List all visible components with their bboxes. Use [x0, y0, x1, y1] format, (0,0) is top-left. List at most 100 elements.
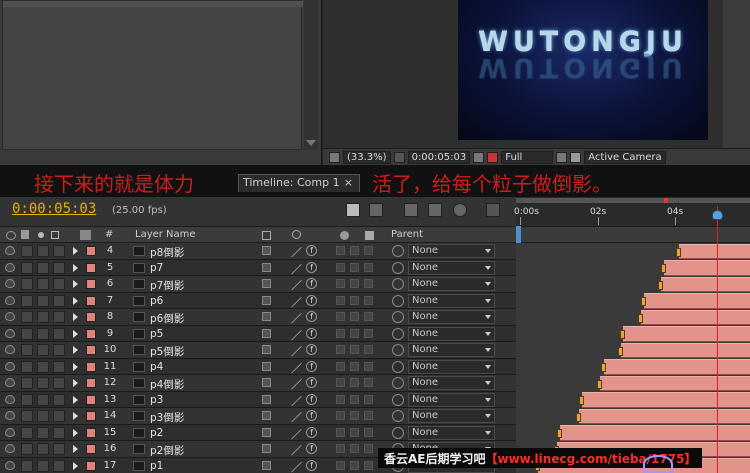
- label-color-swatch[interactable]: [86, 246, 96, 256]
- lock-switch[interactable]: [53, 278, 65, 290]
- layer-in-point-handle[interactable]: [576, 412, 581, 422]
- visibility-eye-icon[interactable]: [5, 312, 15, 321]
- lock-switch[interactable]: [53, 327, 65, 340]
- layer-row[interactable]: 14 p3倒影 ／ f None: [0, 408, 516, 425]
- parent-dropdown[interactable]: None: [408, 376, 495, 390]
- visibility-eye-icon[interactable]: [5, 411, 15, 420]
- shy-switch[interactable]: [262, 444, 271, 453]
- solo-switch[interactable]: [37, 294, 49, 307]
- layer-name[interactable]: p3: [150, 394, 163, 406]
- pick-whip-icon[interactable]: [392, 377, 404, 389]
- close-icon[interactable]: ×: [344, 175, 353, 191]
- label-color-swatch[interactable]: [86, 427, 96, 438]
- visibility-eye-icon[interactable]: [5, 262, 15, 272]
- quality-switch-icon[interactable]: ／: [291, 393, 302, 409]
- layer-duration-bar[interactable]: [641, 293, 750, 309]
- lock-switch[interactable]: [53, 443, 65, 455]
- expand-twirl-icon[interactable]: [73, 296, 78, 305]
- pick-whip-icon[interactable]: [392, 410, 404, 422]
- 3d-layer-switch[interactable]: [364, 262, 373, 272]
- fast-previews-icon[interactable]: [556, 151, 568, 163]
- audio-switch[interactable]: [21, 294, 33, 307]
- motion-blur-switch[interactable]: [336, 295, 345, 305]
- layer-in-point-handle[interactable]: [658, 280, 663, 290]
- label-color-swatch[interactable]: [86, 411, 96, 421]
- audio-switch[interactable]: [21, 377, 33, 389]
- motion-blur-switch[interactable]: [336, 361, 345, 371]
- camera-snapshot-icon[interactable]: [473, 151, 485, 163]
- quality-switch-icon[interactable]: ／: [291, 294, 302, 310]
- composition-frame[interactable]: WUTONGJU WUTONGJU: [458, 0, 708, 140]
- shy-switch[interactable]: [262, 427, 271, 437]
- fx-switch-icon[interactable]: f: [306, 294, 317, 306]
- adjustment-switch[interactable]: [350, 328, 359, 338]
- adjustment-switch[interactable]: [350, 361, 359, 371]
- fx-switch-icon[interactable]: f: [306, 278, 317, 289]
- solo-switch-header-icon[interactable]: [38, 232, 44, 238]
- adjustment-switch[interactable]: [350, 378, 359, 387]
- motion-blur-switch[interactable]: [336, 394, 345, 404]
- expand-twirl-icon[interactable]: [73, 412, 78, 420]
- motion-blur-switch[interactable]: [336, 378, 345, 387]
- work-area-end-marker[interactable]: [664, 198, 668, 203]
- lock-switch[interactable]: [53, 294, 65, 307]
- fx-switch-icon[interactable]: f: [306, 360, 317, 372]
- resolution-dropdown[interactable]: Full: [501, 150, 554, 164]
- label-color-swatch[interactable]: [86, 295, 96, 306]
- parent-dropdown[interactable]: None: [408, 260, 495, 275]
- layer-duration-bar[interactable]: [638, 309, 750, 325]
- quality-switch-icon[interactable]: ／: [291, 426, 302, 442]
- pick-whip-icon[interactable]: [392, 393, 404, 406]
- fx-switch-icon[interactable]: f: [306, 327, 317, 339]
- expand-twirl-icon[interactable]: [73, 247, 78, 255]
- solo-switch[interactable]: [37, 443, 49, 455]
- visibility-eye-icon[interactable]: [5, 427, 15, 437]
- layer-name[interactable]: p2: [150, 427, 163, 439]
- fx-switch-icon[interactable]: f: [306, 311, 317, 322]
- layer-in-point-handle[interactable]: [579, 396, 584, 405]
- layer-in-point-handle[interactable]: [601, 363, 606, 372]
- adjustment-switch[interactable]: [350, 411, 359, 420]
- expand-twirl-icon[interactable]: [73, 263, 78, 272]
- adjustment-switch[interactable]: [350, 460, 359, 470]
- lock-switch[interactable]: [53, 393, 65, 406]
- pick-whip-icon[interactable]: [392, 344, 404, 356]
- project-list[interactable]: [2, 0, 303, 150]
- fx-switch-icon[interactable]: f: [306, 261, 317, 273]
- layer-name[interactable]: p1: [150, 460, 163, 472]
- lock-switch[interactable]: [53, 410, 65, 422]
- expand-twirl-icon[interactable]: [73, 395, 78, 404]
- fx-switch-icon[interactable]: f: [306, 426, 317, 438]
- safe-zones-icon[interactable]: [393, 151, 405, 163]
- audio-switch[interactable]: [21, 426, 33, 439]
- layer-duration-bar[interactable]: [661, 260, 750, 276]
- parent-dropdown[interactable]: None: [408, 392, 495, 407]
- quality-switch-icon[interactable]: ／: [291, 310, 302, 326]
- shy-switch[interactable]: [262, 345, 271, 354]
- work-area-bar[interactable]: [516, 198, 750, 203]
- layer-row[interactable]: 13 p3 ／ f None: [0, 391, 516, 409]
- shy-switch[interactable]: [262, 378, 271, 387]
- parent-dropdown[interactable]: None: [408, 425, 495, 440]
- solo-switch[interactable]: [37, 344, 49, 356]
- shy-switch[interactable]: [262, 262, 271, 272]
- layer-row[interactable]: 10 p5倒影 ／ f None: [0, 342, 516, 359]
- 3d-layer-switch[interactable]: [364, 295, 373, 305]
- layer-name[interactable]: p5: [150, 328, 163, 340]
- lock-switch[interactable]: [53, 344, 65, 356]
- visibility-eye-icon[interactable]: [5, 460, 15, 470]
- layer-name[interactable]: p3倒影: [150, 410, 184, 425]
- quality-switch-icon[interactable]: ／: [291, 442, 302, 458]
- 3d-layer-switch[interactable]: [364, 444, 373, 453]
- expand-twirl-icon[interactable]: [73, 428, 78, 437]
- audio-switch[interactable]: [21, 261, 33, 274]
- visibility-eye-icon[interactable]: [5, 279, 15, 288]
- visibility-eye-icon[interactable]: [5, 246, 15, 255]
- draft-3d-icon[interactable]: [404, 203, 418, 217]
- motion-blur-switch[interactable]: [336, 444, 345, 453]
- adjustment-switch[interactable]: [350, 427, 359, 437]
- label-color-swatch[interactable]: [86, 361, 96, 372]
- lock-switch[interactable]: [53, 261, 65, 274]
- layer-duration-bar[interactable]: [620, 326, 750, 342]
- label-color-swatch[interactable]: [86, 444, 96, 454]
